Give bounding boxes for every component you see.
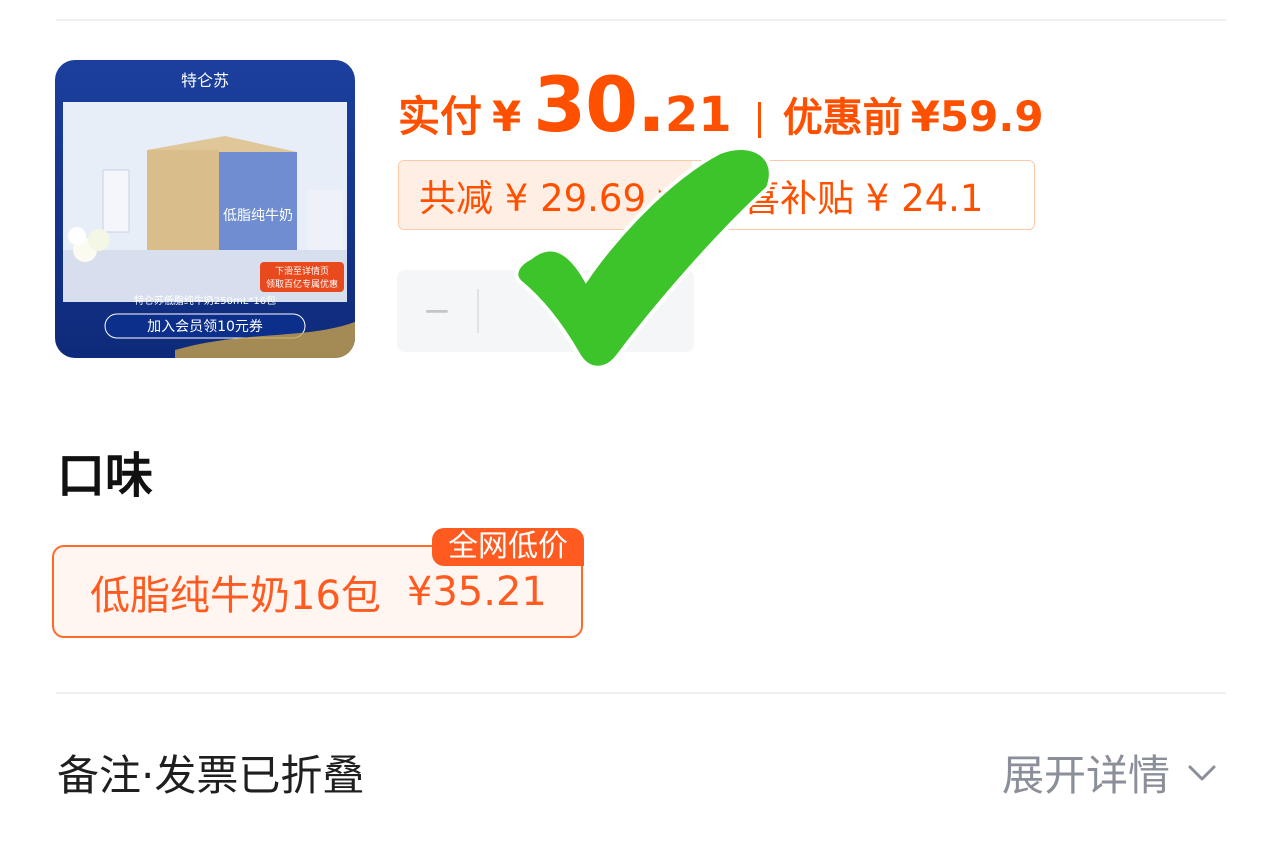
section-divider [56, 692, 1226, 694]
check-mark-icon [514, 146, 773, 370]
note-invoice-label: 备注·发票已折叠 [57, 751, 365, 800]
flavor-option-price: ¥35.21 [406, 568, 547, 615]
product-image-art: 特仑苏 低脂纯牛奶 下滑至详情页 领取百亿专属优惠 特仑苏低脂纯牛奶250mL*… [55, 60, 355, 358]
svg-text:加入会员领10元券: 加入会员领10元券 [147, 319, 263, 335]
paid-price-decimal: 21 [664, 87, 732, 143]
product-image[interactable]: 特仑苏 低脂纯牛奶 下滑至详情页 领取百亿专属优惠 特仑苏低脂纯牛奶250mL*… [55, 60, 355, 358]
svg-text:特仑苏低脂纯牛奶250mL*16包: 特仑苏低脂纯牛奶250mL*16包 [134, 294, 276, 307]
flavor-option-name: 低脂纯牛奶16包 [90, 572, 381, 619]
price-separator [757, 102, 761, 138]
svg-text:特仑苏: 特仑苏 [181, 71, 229, 90]
original-price-label: 优惠前 [782, 95, 903, 141]
lowest-price-badge: 全网低价 [432, 528, 584, 566]
chevron-down-icon [1188, 765, 1216, 780]
expand-details-button[interactable]: 展开详情 [1002, 742, 1218, 803]
svg-text:低脂纯牛奶: 低脂纯牛奶 [223, 208, 293, 224]
svg-text:下滑至详情页: 下滑至详情页 [275, 265, 329, 277]
original-price: ¥59.9 [910, 92, 1044, 141]
flavor-title: 口味 [57, 448, 154, 504]
svg-text:领取百亿专属优惠: 领取百亿专属优惠 [266, 278, 338, 290]
expand-details-label: 展开详情 [1001, 751, 1170, 800]
paid-currency: ¥ [492, 92, 522, 141]
paid-price-integer: 30. [533, 60, 666, 149]
stepper-divider [477, 289, 479, 333]
top-divider [56, 19, 1226, 21]
paid-label: 实付 [398, 92, 483, 141]
decrement-button[interactable]: − [397, 270, 477, 352]
